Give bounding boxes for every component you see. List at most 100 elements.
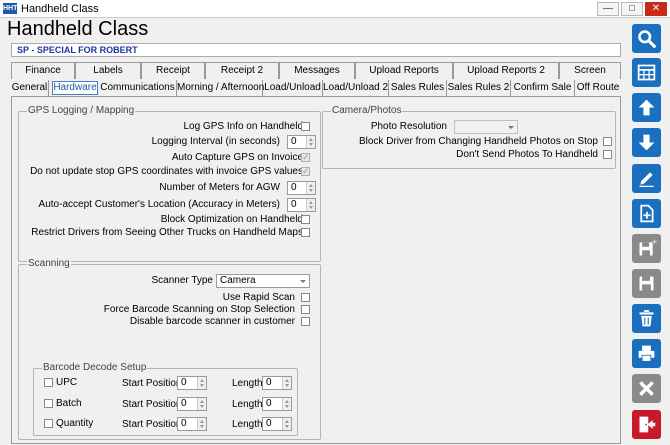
arrow-down-icon (638, 134, 655, 151)
quantity-length-input[interactable]: 0 (262, 417, 292, 431)
quantity-start-spinner-icon[interactable] (197, 418, 206, 430)
quantity-checkbox[interactable] (44, 419, 53, 428)
batch-start-input[interactable]: 0 (177, 397, 207, 411)
auto-capture-checkbox[interactable] (301, 151, 310, 163)
quantity-start-input[interactable]: 0 (177, 417, 207, 431)
record-bar: SP - SPECIAL FOR ROBERT (11, 43, 621, 57)
tab-confirm-sale[interactable]: Confirm Sale (511, 80, 575, 96)
print-button[interactable] (632, 339, 661, 368)
search-icon (638, 30, 656, 48)
batch-start-spinner-icon[interactable] (197, 398, 206, 410)
tab-general[interactable]: General (11, 80, 49, 96)
close-button[interactable]: ✕ (645, 2, 667, 16)
rapid-scan-checkbox[interactable] (301, 293, 310, 302)
quantity-length-spinner-icon[interactable] (282, 418, 291, 430)
arrow-up-icon (638, 99, 655, 116)
record-label: SP - SPECIAL FOR ROBERT (17, 45, 138, 55)
upc-start-input[interactable]: 0 (177, 376, 207, 390)
log-gps-checkbox[interactable] (301, 122, 310, 131)
auto-accept-spinner-icon[interactable] (306, 199, 315, 211)
upc-label: UPC (56, 377, 78, 388)
exit-icon (639, 416, 656, 433)
quantity-length-label: Length (232, 419, 263, 430)
dont-send-photos-checkbox[interactable] (603, 150, 612, 159)
no-update-gps-label: Do not update stop GPS coordinates with … (30, 166, 303, 177)
window-title: Handheld Class (21, 3, 99, 15)
logging-interval-input[interactable]: 0 (287, 135, 316, 149)
upc-start-label: Start Position (122, 378, 182, 389)
force-barcode-label: Force Barcode Scanning on Stop Selection (103, 304, 295, 315)
dont-send-photos-label: Don't Send Photos To Handheld (456, 149, 598, 160)
batch-length-input[interactable]: 0 (262, 397, 292, 411)
window-title-bar: HHT Handheld Class — □ ✕ (0, 0, 670, 18)
upc-length-input[interactable]: 0 (262, 376, 292, 390)
tab-load-unload[interactable]: Load/Unload (263, 80, 323, 96)
save-button[interactable] (632, 269, 661, 298)
restrict-drivers-checkbox[interactable] (301, 228, 310, 237)
gps-group: GPS Logging / Mapping Log GPS Info on Ha… (18, 105, 321, 262)
force-barcode-checkbox[interactable] (301, 305, 310, 314)
edit-button[interactable] (632, 164, 661, 193)
photo-resolution-label: Photo Resolution (370, 121, 447, 132)
delete-button[interactable] (632, 304, 661, 333)
disable-scanner-label: Disable barcode scanner in customer (129, 316, 295, 327)
move-down-button[interactable] (632, 128, 661, 157)
tab-labels[interactable]: Labels (75, 62, 141, 79)
new-document-icon (640, 204, 654, 223)
tab-screen[interactable]: Screen (559, 62, 621, 79)
tab-receipt[interactable]: Receipt (141, 62, 205, 79)
block-driver-photos-checkbox[interactable] (603, 137, 612, 146)
meters-agw-input[interactable]: 0 (287, 181, 316, 195)
tab-upload-reports[interactable]: Upload Reports (355, 62, 453, 79)
tab-hardware[interactable]: Hardware (52, 81, 98, 95)
edit-icon (639, 172, 654, 188)
save-new-button[interactable]: + (632, 234, 661, 263)
logging-interval-spinner-icon[interactable] (306, 136, 315, 148)
photo-resolution-select[interactable] (454, 120, 518, 134)
minimize-button[interactable]: — (597, 2, 619, 16)
grid-view-button[interactable] (632, 58, 661, 87)
meters-agw-label: Number of Meters for AGW (159, 182, 280, 193)
block-optimization-checkbox[interactable] (301, 215, 310, 224)
batch-checkbox[interactable] (44, 399, 53, 408)
camera-group-title: Camera/Photos (331, 105, 403, 117)
tab-sales-rules[interactable]: Sales Rules (389, 80, 447, 96)
tab-finance[interactable]: Finance (11, 62, 75, 79)
upc-start-spinner-icon[interactable] (197, 377, 206, 389)
no-update-gps-checkbox[interactable] (301, 165, 310, 177)
block-driver-photos-label: Block Driver from Changing Handheld Phot… (358, 136, 598, 147)
meters-agw-spinner-icon[interactable] (306, 182, 315, 194)
tab-morning-afternoon[interactable]: Morning / Afternoon (177, 80, 264, 96)
gps-group-title: GPS Logging / Mapping (27, 105, 136, 117)
disable-scanner-checkbox[interactable] (301, 317, 310, 326)
cancel-icon (639, 381, 654, 396)
tab-upload-reports-2[interactable]: Upload Reports 2 (453, 62, 559, 79)
move-up-button[interactable] (632, 93, 661, 122)
new-document-button[interactable] (632, 199, 661, 228)
tab-messages[interactable]: Messages (279, 62, 355, 79)
tab-row-top: Finance Labels Receipt Receipt 2 Message… (11, 62, 621, 79)
batch-start-label: Start Position (122, 399, 182, 410)
tab-sales-rules-2[interactable]: Sales Rules 2 (447, 80, 511, 96)
tab-load-unload-2[interactable]: Load/Unload 2 (323, 80, 389, 96)
upc-checkbox[interactable] (44, 378, 53, 387)
cancel-button[interactable] (632, 374, 661, 403)
rapid-scan-label: Use Rapid Scan (222, 292, 295, 303)
tab-off-route[interactable]: Off Route (575, 80, 621, 96)
chevron-down-icon (505, 121, 517, 133)
auto-accept-input[interactable]: 0 (287, 198, 316, 212)
scanning-group-title: Scanning (27, 258, 71, 270)
barcode-group: Barcode Decode Setup UPC Start Position … (33, 362, 298, 436)
scanner-type-select[interactable]: Camera (216, 274, 310, 288)
maximize-button[interactable]: □ (621, 2, 643, 16)
save-new-icon: + (639, 238, 657, 256)
upc-length-spinner-icon[interactable] (282, 377, 291, 389)
tab-receipt-2[interactable]: Receipt 2 (205, 62, 279, 79)
svg-text:+: + (652, 238, 657, 246)
search-button[interactable] (632, 24, 661, 53)
tab-communications[interactable]: Communications (99, 80, 177, 96)
batch-length-spinner-icon[interactable] (282, 398, 291, 410)
scanner-type-label: Scanner Type (151, 275, 213, 286)
quantity-start-label: Start Position (122, 419, 182, 430)
exit-button[interactable] (632, 410, 661, 439)
